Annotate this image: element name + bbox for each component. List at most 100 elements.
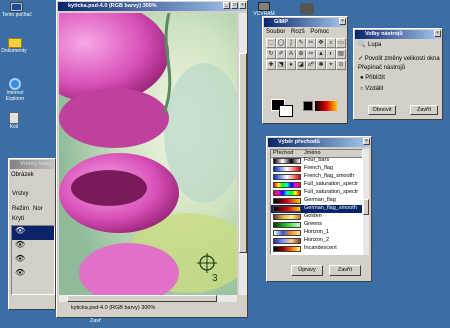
- gradient-row[interactable]: Four_bars: [271, 157, 362, 165]
- layer-row-selected[interactable]: 👁: [12, 226, 54, 240]
- tool-button[interactable]: ⌖: [326, 60, 336, 70]
- gradient-list[interactable]: Přechod Jméno Four_bars French_flag French…: [270, 149, 363, 255]
- tool-button[interactable]: ♦: [286, 60, 296, 70]
- tool-button[interactable]: ▲: [316, 49, 326, 59]
- desktop-icon-documents[interactable]: Dokumenty: [0, 38, 28, 54]
- tool-button[interactable]: ◐: [326, 49, 336, 59]
- option-resize-window[interactable]: ✓ Povolit změny velikosti okna: [358, 55, 440, 62]
- tool-button[interactable]: ʃ: [286, 38, 296, 48]
- gradient-preview[interactable]: [315, 101, 337, 111]
- edit-gradient-button[interactable]: Úpravy: [291, 265, 323, 276]
- brush-preview[interactable]: [303, 101, 313, 111]
- close-button[interactable]: ×: [363, 138, 370, 145]
- gradient-row[interactable]: Full_saturation_spectr: [271, 189, 362, 197]
- gradient-swatch: [273, 222, 301, 228]
- tool-button[interactable]: ⬔: [276, 60, 286, 70]
- maximize-button[interactable]: □: [231, 2, 238, 9]
- gradient-name: French_flag_smooth: [304, 173, 355, 179]
- eye-icon[interactable]: 👁: [15, 226, 25, 235]
- image-window[interactable]: kyticka.psd-4.0 (RGB barvy) 300% _ □ × 3…: [56, 0, 248, 318]
- gradient-row[interactable]: Horizon_2: [271, 237, 362, 245]
- recycle-bin-icon: [9, 112, 19, 124]
- close-button[interactable]: ×: [239, 2, 246, 9]
- layers-title: Vrstvy, kaná: [10, 160, 54, 169]
- menu-file[interactable]: Soubor: [266, 29, 285, 35]
- eye-icon[interactable]: 👁: [15, 268, 25, 277]
- close-gradients-button[interactable]: Zavřít: [329, 265, 361, 276]
- tool-button[interactable]: ▤: [336, 49, 346, 59]
- gradient-row[interactable]: Golden: [271, 213, 362, 221]
- tool-button[interactable]: ⊙: [336, 60, 346, 70]
- menu-extensions[interactable]: Rozš: [291, 29, 305, 35]
- gradient-row[interactable]: Horizon_1: [271, 229, 362, 237]
- tool-button[interactable]: ✐: [276, 49, 286, 59]
- tool-button[interactable]: ⌕: [326, 38, 336, 48]
- menu-help[interactable]: Pomoc: [310, 29, 329, 35]
- gradient-row[interactable]: Full_saturation_spectr: [271, 181, 362, 189]
- tool-button[interactable]: ✂: [306, 38, 316, 48]
- mode-select[interactable]: Nor: [33, 206, 43, 212]
- close-button[interactable]: ×: [434, 30, 441, 37]
- gradient-row[interactable]: French_flag: [271, 165, 362, 173]
- close-button[interactable]: ×: [339, 18, 346, 25]
- tool-button[interactable]: ☍: [306, 60, 316, 70]
- tool-button[interactable]: ✑: [306, 49, 316, 59]
- image-canvas[interactable]: 3: [59, 13, 237, 295]
- tool-button[interactable]: ⊕: [296, 49, 306, 59]
- layers-subtab-layers[interactable]: Vrstvy: [12, 191, 28, 197]
- column-gradient[interactable]: Přechod: [273, 150, 294, 156]
- toolbox-window[interactable]: GIMP × Soubor Rozš Pomoc ⬚ ◯ ʃ ✎ ✂ ✥ ⌕ ▭ ↻ ✐ A ⊕ ✑ ▲ ◐…: [262, 16, 348, 124]
- column-name[interactable]: Jméno: [304, 150, 321, 156]
- gradient-name: Incandescent: [304, 245, 337, 251]
- reset-button[interactable]: Obnovit: [368, 105, 396, 115]
- eye-icon[interactable]: 👁: [15, 254, 25, 263]
- layer-row[interactable]: 👁: [12, 268, 54, 282]
- gradient-row[interactable]: German_flag_smooth: [271, 205, 362, 213]
- image-title: kyticka.psd-4.0 (RGB barvy) 300%: [58, 2, 246, 11]
- minimize-button[interactable]: _: [223, 2, 230, 9]
- layer-row[interactable]: 👁: [12, 240, 54, 254]
- radio-zoom-in[interactable]: ● Přiblížit: [360, 75, 385, 81]
- gradient-name: Horizon_1: [304, 229, 330, 235]
- gradient-row[interactable]: French_flag_smooth: [271, 173, 362, 181]
- eye-icon[interactable]: 👁: [15, 240, 25, 249]
- gradient-row[interactable]: Incandescent: [271, 245, 362, 253]
- layers-list[interactable]: 👁 👁 👁 👁: [11, 225, 55, 295]
- gradient-swatch: [273, 246, 301, 252]
- option-label: Povolit změny velikosti okna: [364, 56, 440, 62]
- tool-button[interactable]: ✎: [296, 38, 306, 48]
- desktop-icon-top[interactable]: VCVRAM: [252, 2, 276, 17]
- desktop-icon-computer[interactable]: Tento počítač: [2, 2, 32, 18]
- bg-color-swatch[interactable]: [279, 105, 293, 117]
- horizontal-scrollbar[interactable]: [59, 295, 237, 302]
- taskbar-item[interactable]: Zavř: [56, 318, 116, 328]
- tool-button[interactable]: ✱: [316, 60, 326, 70]
- tool-button[interactable]: ▭: [336, 38, 346, 48]
- radio-zoom-out[interactable]: ○ Vzdálit: [360, 86, 383, 92]
- tool-button[interactable]: ⬚: [266, 38, 276, 48]
- tool-options-window[interactable]: Volby nástrojů × 🔍 Lupa ✓ Povolit změny …: [353, 28, 443, 120]
- gradient-swatch: [273, 174, 301, 180]
- desktop-icon-ie[interactable]: Internet Explorer: [1, 78, 29, 102]
- toolbox-menubar: Soubor Rozš Pomoc: [266, 29, 329, 35]
- desktop-icon-label: Dokumenty: [1, 48, 27, 54]
- desktop-icon-label: Tento počítač: [2, 12, 32, 18]
- close-options-button[interactable]: Zavřít: [410, 105, 438, 115]
- tool-button[interactable]: ◪: [296, 60, 306, 70]
- layers-tab-image[interactable]: Obrázek: [11, 172, 34, 178]
- gradients-window[interactable]: Výběr přechodů × Přechod Jméno Four_bars…: [266, 136, 372, 282]
- tool-button[interactable]: ◯: [276, 38, 286, 48]
- gradient-list-scrollbar[interactable]: [363, 149, 369, 255]
- gradient-row[interactable]: German_flag: [271, 197, 362, 205]
- zoom-tool-icon: 🔍: [358, 42, 366, 48]
- layers-window[interactable]: Vrstvy, kaná Obrázek Vrstvy Režim Nor Kr…: [8, 158, 56, 310]
- tool-button[interactable]: ↻: [266, 49, 276, 59]
- layer-row[interactable]: 👁: [12, 254, 54, 268]
- gradient-row[interactable]: Greens: [271, 221, 362, 229]
- tool-button[interactable]: ✥: [316, 38, 326, 48]
- tool-button[interactable]: A: [286, 49, 296, 59]
- vertical-scrollbar[interactable]: [239, 13, 247, 295]
- gradient-swatch: [273, 166, 301, 172]
- desktop-icon-recycle[interactable]: Koš: [0, 112, 28, 130]
- tool-button[interactable]: ✚: [266, 60, 276, 70]
